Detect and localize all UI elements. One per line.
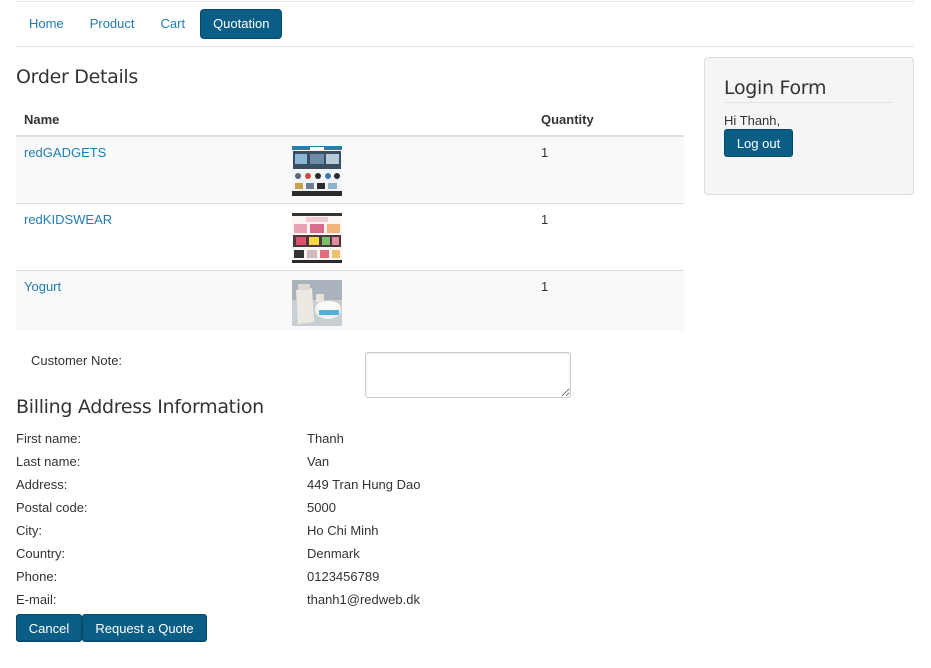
cancel-button[interactable]: Cancel — [16, 614, 82, 642]
order-table: Name Quantity redGADGETS 1 redKIDSWEAR 1… — [16, 103, 684, 331]
quantity-redkidswear: 1 — [533, 203, 684, 271]
product-link-redgadgets[interactable]: redGADGETS — [24, 145, 106, 160]
nav-quotation[interactable]: Quotation — [200, 9, 283, 39]
column-header-quantity: Quantity — [533, 103, 684, 137]
top-divider — [16, 1, 914, 2]
postal-code-label: Postal code: — [16, 500, 88, 515]
table-row: Yogurt 1 — [16, 270, 684, 331]
address-label: Address: — [16, 477, 68, 492]
customer-note-input[interactable] — [365, 352, 571, 398]
main-nav: Home Product Cart Quotation — [16, 9, 283, 39]
phone-value: 0123456789 — [307, 569, 380, 584]
product-link-yogurt[interactable]: Yogurt — [24, 279, 61, 294]
table-row: redGADGETS 1 — [16, 135, 684, 204]
redkidswear-thumbnail[interactable] — [292, 213, 342, 263]
country-label: Country: — [16, 546, 66, 561]
country-value: Denmark — [307, 546, 360, 561]
redgadgets-thumbnail[interactable] — [292, 146, 342, 196]
first-name-label: First name: — [16, 431, 82, 446]
login-form-panel: Login Form Hi Thanh, Log out — [704, 57, 914, 195]
column-header-image — [284, 103, 533, 137]
city-value: Ho Chi Minh — [307, 523, 379, 538]
order-details-title: Order Details — [16, 66, 139, 88]
nav-home[interactable]: Home — [16, 9, 77, 39]
city-label: City: — [16, 523, 42, 538]
logout-button[interactable]: Log out — [724, 129, 793, 157]
quantity-redgadgets: 1 — [533, 135, 684, 204]
last-name-value: Van — [307, 454, 330, 469]
postal-code-value: 5000 — [307, 500, 336, 515]
yogurt-thumbnail[interactable] — [292, 280, 342, 326]
customer-note-label: Customer Note: — [31, 353, 123, 368]
login-form-divider — [724, 102, 894, 103]
first-name-value: Thanh — [307, 431, 344, 446]
billing-address-title: Billing Address Information — [16, 396, 264, 418]
table-header-row: Name Quantity — [16, 103, 684, 137]
login-form-title: Login Form — [724, 77, 827, 99]
nav-divider — [16, 46, 914, 47]
address-value: 449 Tran Hung Dao — [307, 477, 421, 492]
table-row: redKIDSWEAR 1 — [16, 203, 684, 271]
column-header-name: Name — [16, 103, 284, 137]
email-label: E-mail: — [16, 592, 57, 607]
email-value: thanh1@redweb.dk — [307, 592, 420, 607]
nav-cart[interactable]: Cart — [148, 9, 199, 39]
nav-product[interactable]: Product — [77, 9, 148, 39]
quantity-yogurt: 1 — [533, 270, 684, 331]
user-greeting: Hi Thanh, — [724, 113, 781, 128]
request-quote-button[interactable]: Request a Quote — [82, 614, 207, 642]
phone-label: Phone: — [16, 569, 58, 584]
product-link-redkidswear[interactable]: redKIDSWEAR — [24, 212, 112, 227]
last-name-label: Last name: — [16, 454, 81, 469]
